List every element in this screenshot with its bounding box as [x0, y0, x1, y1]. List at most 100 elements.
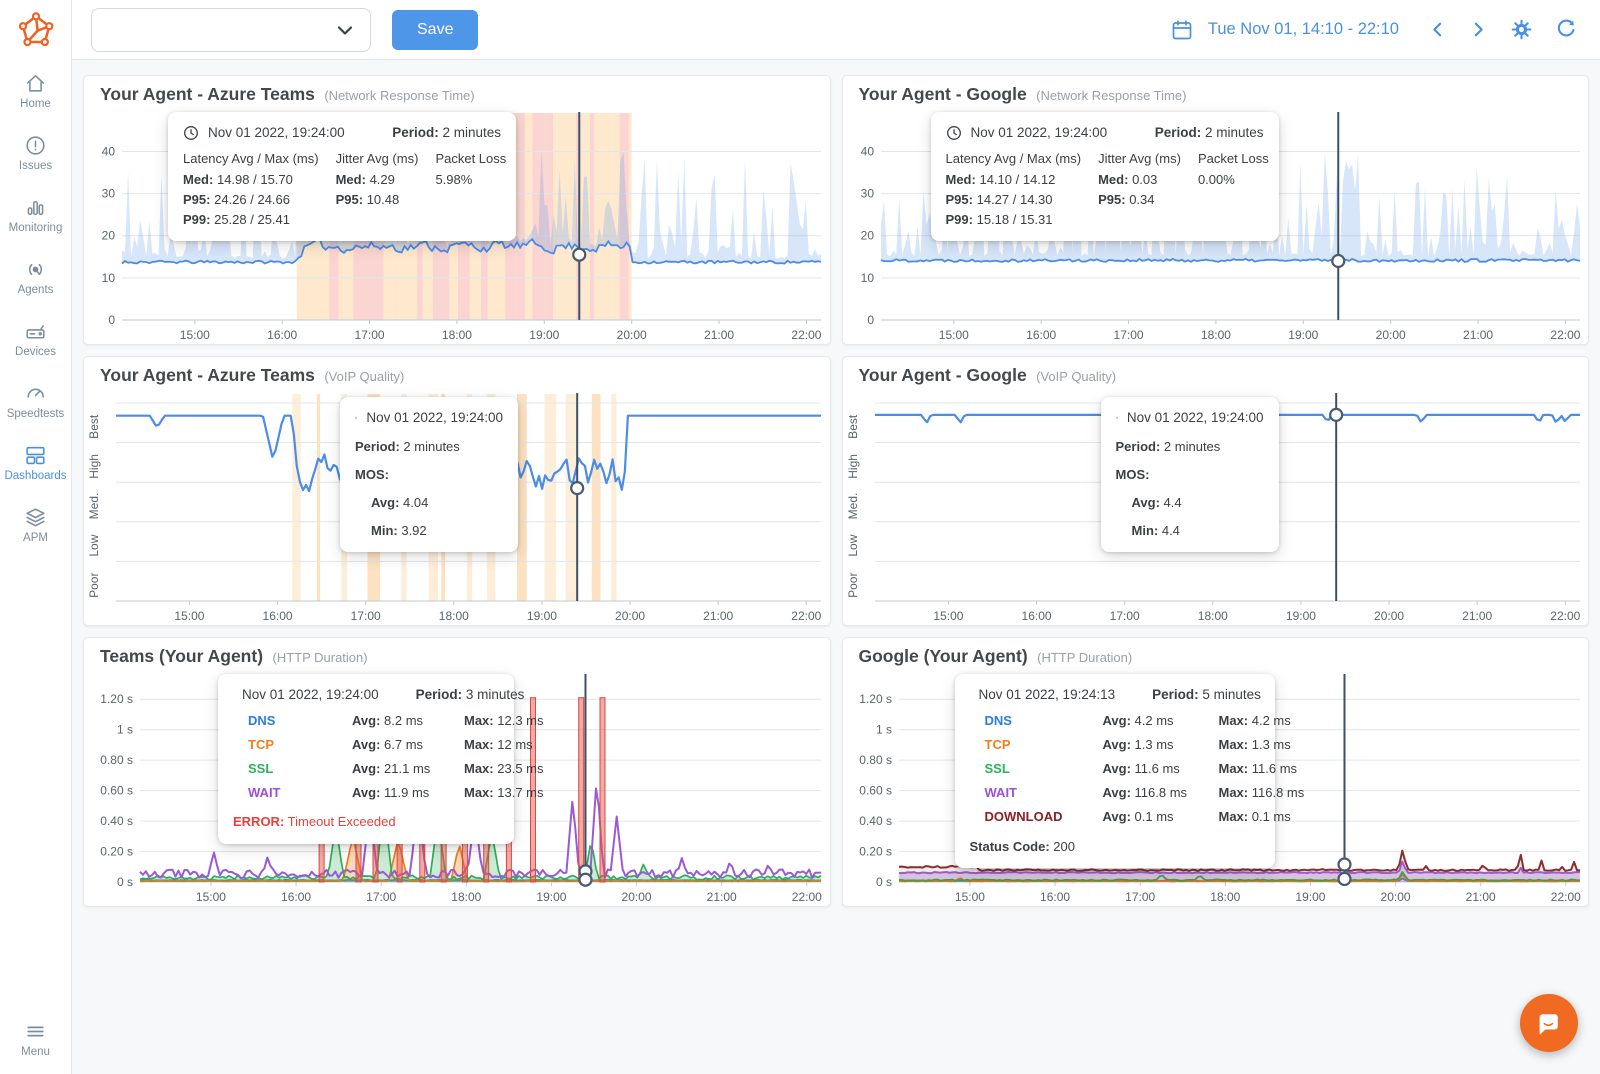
- svg-text:20:00: 20:00: [1380, 890, 1410, 904]
- svg-text:21:00: 21:00: [704, 328, 734, 342]
- svg-text:0.60 s: 0.60 s: [100, 784, 133, 798]
- svg-text:17:00: 17:00: [1109, 609, 1139, 623]
- svg-text:22:00: 22:00: [792, 890, 822, 904]
- chart-title: Your Agent - Azure Teams: [100, 365, 315, 385]
- chart-tooltip: Nov 01 2022, 19:24:13 Period: 5 minutes …: [955, 674, 1275, 868]
- svg-text:18:00: 18:00: [1200, 328, 1230, 342]
- svg-text:17:00: 17:00: [366, 890, 396, 904]
- app-logo[interactable]: [17, 10, 55, 55]
- svg-text:16:00: 16:00: [263, 609, 293, 623]
- chart-subtitle: (Network Response Time): [324, 88, 474, 103]
- chart-title: Your Agent - Azure Teams: [100, 84, 315, 104]
- svg-text:Med.: Med.: [87, 493, 101, 520]
- svg-text:0.60 s: 0.60 s: [859, 784, 892, 798]
- svg-text:High: High: [846, 454, 860, 479]
- svg-text:19:00: 19:00: [536, 890, 566, 904]
- dashboard-grid: Your Agent - Azure Teams (Network Respon…: [72, 60, 1600, 1074]
- sidebar-item-home[interactable]: Home: [0, 71, 72, 110]
- svg-text:0: 0: [867, 313, 874, 327]
- sidebar-item-monitoring[interactable]: Monitoring: [0, 195, 72, 234]
- topbar-right-controls: Tue Nov 01, 14:10 - 22:10: [1170, 17, 1578, 42]
- date-range-label[interactable]: Tue Nov 01, 14:10 - 22:10: [1208, 20, 1399, 39]
- sidebar-item-devices[interactable]: Devices: [0, 319, 72, 358]
- svg-text:0.80 s: 0.80 s: [859, 753, 892, 767]
- svg-text:0.40 s: 0.40 s: [859, 814, 892, 828]
- dashboard-select[interactable]: [91, 8, 371, 52]
- svg-text:0 s: 0 s: [117, 875, 133, 889]
- svg-text:22:00: 22:00: [1550, 609, 1580, 623]
- svg-text:Poor: Poor: [87, 573, 101, 598]
- chart-tooltip: Nov 01 2022, 19:24:00 Period: 2 minutes …: [931, 112, 1279, 241]
- chart-subtitle: (HTTP Duration): [272, 650, 367, 665]
- svg-text:10: 10: [102, 271, 116, 285]
- sidebar-menu-label: Menu: [21, 1046, 50, 1058]
- brand-network-icon: [17, 10, 55, 50]
- chevron-right-icon: [1468, 19, 1489, 40]
- svg-text:High: High: [87, 454, 101, 479]
- home-icon: [23, 71, 48, 96]
- tooltip-time: Nov 01 2022, 19:24:00: [1127, 408, 1264, 429]
- alert-circle-icon: [23, 133, 48, 158]
- prev-period-button[interactable]: [1427, 19, 1448, 40]
- svg-text:20: 20: [860, 229, 874, 243]
- svg-text:22:00: 22:00: [1550, 328, 1580, 342]
- bar-chart-icon: [23, 195, 48, 220]
- chart-title: Google (Your Agent): [859, 646, 1028, 666]
- calendar-icon: [1170, 18, 1194, 42]
- chart-subtitle: (HTTP Duration): [1037, 650, 1132, 665]
- svg-text:19:00: 19:00: [1288, 328, 1318, 342]
- calendar-button[interactable]: [1170, 18, 1194, 42]
- save-button[interactable]: Save: [392, 10, 478, 50]
- chart-subtitle: (VoIP Quality): [324, 369, 404, 384]
- svg-text:18:00: 18:00: [1197, 609, 1227, 623]
- svg-text:16:00: 16:00: [1021, 609, 1051, 623]
- svg-text:20:00: 20:00: [617, 328, 647, 342]
- svg-text:30: 30: [860, 187, 874, 201]
- sidebar-menu-button[interactable]: Menu: [0, 1019, 72, 1058]
- svg-text:21:00: 21:00: [1462, 609, 1492, 623]
- sidebar-item-dashboards[interactable]: Dashboards: [0, 443, 72, 482]
- layers-icon: [23, 505, 48, 530]
- svg-text:18:00: 18:00: [451, 890, 481, 904]
- sidebar-item-label: Monitoring: [9, 222, 63, 234]
- svg-text:17:00: 17:00: [1113, 328, 1143, 342]
- svg-text:21:00: 21:00: [1463, 328, 1493, 342]
- svg-text:15:00: 15:00: [196, 890, 226, 904]
- next-period-button[interactable]: [1468, 19, 1489, 40]
- svg-text:0 s: 0 s: [875, 875, 891, 889]
- svg-text:30: 30: [102, 187, 116, 201]
- tooltip-jitter-col: Jitter Avg (ms) Med: 0.03 P95: 0.34: [1098, 149, 1181, 231]
- svg-text:21:00: 21:00: [1465, 890, 1495, 904]
- tooltip-packetloss-col: Packet Loss 5.98%: [435, 149, 506, 231]
- settings-button[interactable]: [1509, 17, 1534, 42]
- router-icon: [23, 319, 48, 344]
- sidebar-item-agents[interactable]: Agents: [0, 257, 72, 296]
- tooltip-time: Nov 01 2022, 19:24:00: [242, 685, 379, 706]
- gauge-icon: [23, 381, 48, 406]
- sidebar-item-apm[interactable]: APM: [0, 505, 72, 544]
- clock-icon: [946, 125, 962, 141]
- tooltip-status-code: Status Code: 200: [970, 837, 1260, 857]
- sidebar-nav: Home Issues Monitoring Agents: [0, 71, 72, 544]
- tooltip-jitter-col: Jitter Avg (ms) Med: 4.29 P95: 10.48: [336, 149, 419, 231]
- svg-text:40: 40: [102, 144, 116, 158]
- clock-icon: [1116, 410, 1118, 426]
- svg-text:0.80 s: 0.80 s: [100, 753, 133, 767]
- chat-button[interactable]: [1520, 994, 1578, 1052]
- sidebar-item-issues[interactable]: Issues: [0, 133, 72, 172]
- chart-tooltip: Nov 01 2022, 19:24:00 Period: 2 minutes …: [1101, 397, 1279, 552]
- svg-text:19:00: 19:00: [1285, 609, 1315, 623]
- sidebar-item-speedtests[interactable]: Speedtests: [0, 381, 72, 420]
- refresh-button[interactable]: [1554, 18, 1578, 42]
- chart-subtitle: (VoIP Quality): [1036, 369, 1116, 384]
- card-google-voip-quality: Your Agent - Google (VoIP Quality) BestH…: [842, 356, 1590, 626]
- svg-text:Best: Best: [846, 414, 860, 439]
- chevron-down-icon: [333, 18, 357, 42]
- sidebar-item-label: Issues: [19, 160, 52, 172]
- svg-text:15:00: 15:00: [938, 328, 968, 342]
- svg-text:Low: Low: [87, 534, 101, 556]
- svg-text:15:00: 15:00: [174, 609, 204, 623]
- svg-text:20:00: 20:00: [1374, 609, 1404, 623]
- svg-text:0: 0: [108, 313, 115, 327]
- sidebar-item-label: Dashboards: [4, 470, 66, 482]
